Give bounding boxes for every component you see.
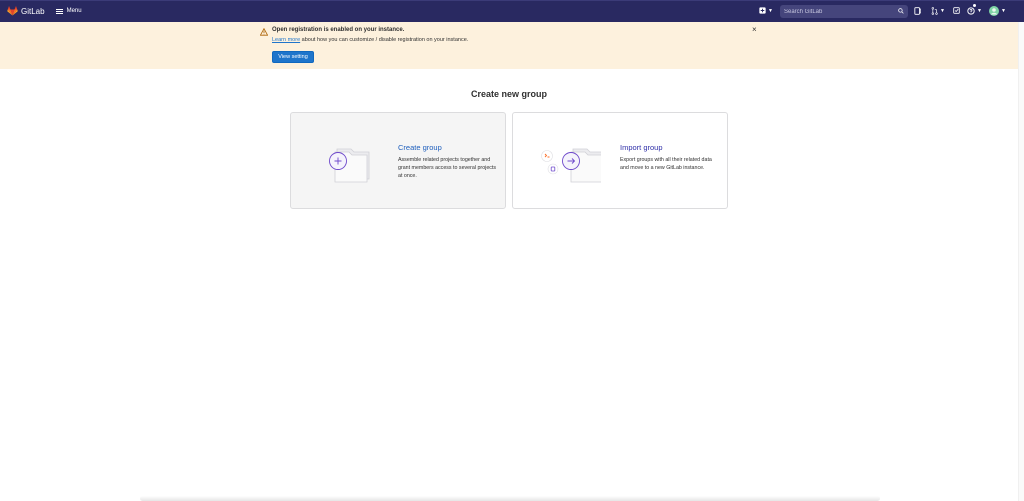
search-icon xyxy=(898,8,904,14)
menu-label: Menu xyxy=(66,8,82,14)
avatar xyxy=(989,6,999,16)
create-group-card[interactable]: Create group Assemble related projects t… xyxy=(290,112,506,209)
chevron-down-icon: ▼ xyxy=(940,8,945,14)
search-box[interactable] xyxy=(780,5,908,18)
scrollbar[interactable] xyxy=(1018,22,1024,501)
search-input[interactable] xyxy=(784,8,896,15)
merge-request-icon xyxy=(931,7,938,15)
plus-square-icon xyxy=(759,7,766,14)
merge-requests-button[interactable]: ▼ xyxy=(931,7,945,15)
user-menu-button[interactable]: ▼ xyxy=(989,6,1006,16)
help-icon xyxy=(967,7,975,15)
navbar-top-border xyxy=(0,0,1024,1)
chevron-down-icon: ▼ xyxy=(768,7,773,14)
close-icon[interactable]: × xyxy=(752,25,757,34)
issues-icon xyxy=(914,7,921,15)
menu-button[interactable]: Menu xyxy=(55,8,82,14)
create-group-title: Create group xyxy=(398,143,442,152)
top-navbar: GitLab Menu ▼ ▼ xyxy=(0,0,1024,22)
alert-title: Open registration is enabled on your ins… xyxy=(272,27,405,33)
alert-description-text: about how you can customize / disable re… xyxy=(300,37,469,43)
create-group-illustration xyxy=(329,148,370,183)
alert-description: Learn more about how you can customize /… xyxy=(272,37,468,43)
todos-button[interactable] xyxy=(953,7,960,14)
chevron-down-icon: ▼ xyxy=(977,8,982,14)
window-bottom-edge xyxy=(140,496,880,501)
chevron-down-icon: ▼ xyxy=(1001,8,1006,14)
new-dropdown-button[interactable]: ▼ xyxy=(759,7,773,14)
registration-alert: Open registration is enabled on your ins… xyxy=(0,22,1018,69)
issues-button[interactable] xyxy=(914,7,921,15)
import-group-title: Import group xyxy=(620,143,663,152)
view-setting-button[interactable]: View setting xyxy=(272,51,314,63)
page-title: Create new group xyxy=(470,89,547,99)
learn-more-link[interactable]: Learn more xyxy=(272,37,300,43)
todo-icon xyxy=(953,7,960,14)
import-group-illustration xyxy=(541,148,601,183)
hamburger-icon xyxy=(55,8,63,14)
create-group-description: Assemble related projects together and g… xyxy=(398,157,497,179)
brand-name: GitLab xyxy=(21,6,45,16)
import-group-card[interactable]: Import group Export groups with all thei… xyxy=(512,112,728,209)
import-group-description: Export groups with all their related dat… xyxy=(620,157,712,171)
gitlab-home-link[interactable]: GitLab xyxy=(7,6,45,16)
help-button[interactable]: ▼ xyxy=(967,7,982,15)
notification-dot-icon xyxy=(973,4,976,7)
warning-icon xyxy=(260,28,268,36)
gitlab-logo-icon xyxy=(7,6,18,16)
